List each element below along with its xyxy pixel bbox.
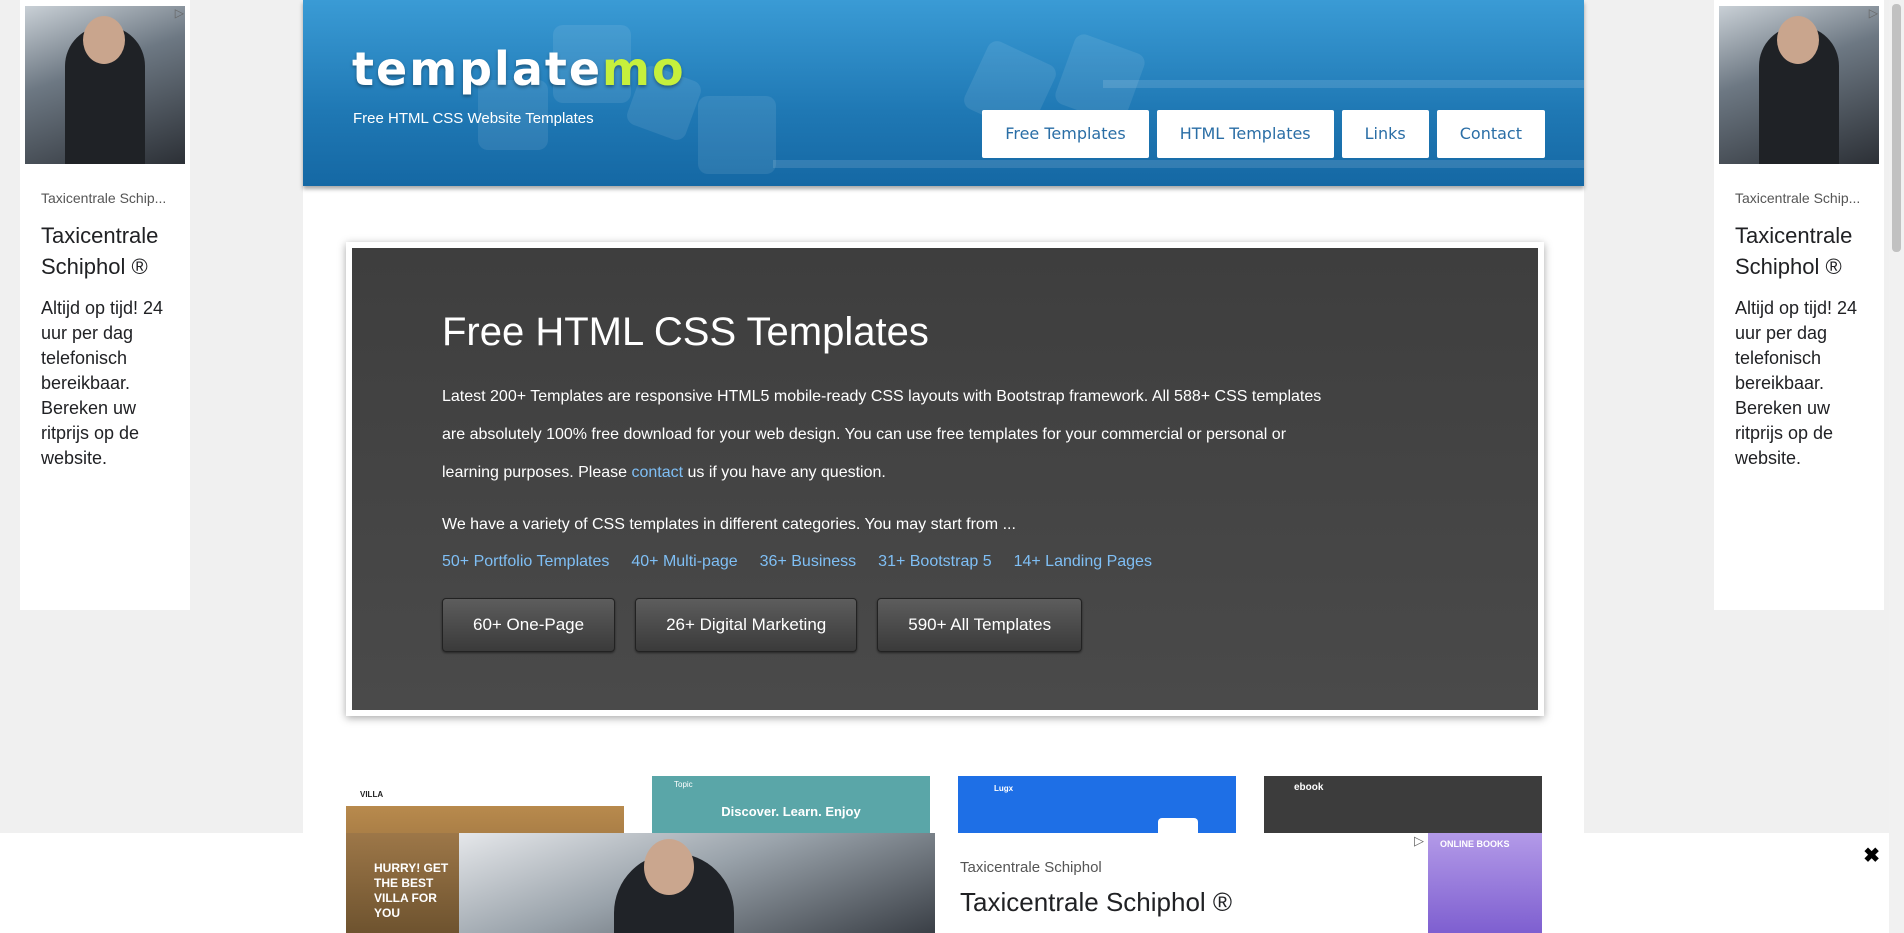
thumbnail-brand: Topic	[674, 780, 693, 789]
ad-photo	[1719, 6, 1879, 164]
header-decoration	[698, 96, 776, 174]
ad-photo-head	[1777, 16, 1819, 64]
side-ad-right[interactable]: ▷ Taxicentrale Schip... Taxicentrale Sch…	[1714, 0, 1884, 610]
ad-photo	[25, 6, 185, 164]
ad-title[interactable]: Taxicentrale Schiphol ®	[960, 887, 1232, 918]
ad-photo-head	[83, 16, 125, 64]
ad-photo-head	[644, 839, 694, 895]
scrollbar-thumb[interactable]	[1892, 4, 1901, 252]
hero-frame: Free HTML CSS Templates Latest 200+ Temp…	[346, 242, 1544, 716]
hero-intro: We have a variety of CSS templates in di…	[442, 516, 1016, 533]
category-links: 50+ Portfolio Templates 40+ Multi-page 3…	[442, 553, 1152, 571]
site-tagline: Free HTML CSS Website Templates	[353, 110, 594, 127]
thumbnail-peek-left: HURRY! GET THE BEST VILLA FOR YOU	[346, 833, 459, 933]
main-nav: Free Templates HTML Templates Links Cont…	[982, 110, 1545, 158]
close-icon[interactable]: ✖	[1863, 843, 1880, 868]
peek-text: HURRY! GET THE BEST VILLA FOR YOU	[374, 861, 449, 920]
thumbnail-brand: VILLA	[360, 790, 384, 799]
category-link-landing-pages[interactable]: 14+ Landing Pages	[1014, 553, 1152, 571]
ad-advertiser: Taxicentrale Schip...	[1735, 190, 1861, 206]
vertical-scrollbar[interactable]	[1889, 0, 1904, 933]
nav-html-templates[interactable]: HTML Templates	[1156, 110, 1334, 158]
thumbnail-title: Discover. Learn. Enjoy	[721, 804, 861, 819]
peek-text: ONLINE BOOKS	[1440, 839, 1510, 849]
ad-photo	[459, 833, 935, 933]
nav-links[interactable]: Links	[1341, 110, 1429, 158]
category-link-portfolio[interactable]: 50+ Portfolio Templates	[442, 553, 609, 571]
category-link-business[interactable]: 36+ Business	[760, 553, 857, 571]
ad-advertiser: Taxicentrale Schiphol	[960, 859, 1102, 876]
contact-link[interactable]: contact	[631, 464, 683, 481]
logo-text: template	[352, 42, 603, 96]
hero-panel: Free HTML CSS Templates Latest 200+ Temp…	[352, 248, 1538, 710]
digital-marketing-button[interactable]: 26+ Digital Marketing	[635, 598, 858, 652]
hero-title: Free HTML CSS Templates	[442, 310, 929, 354]
ad-body: Altijd op tijd! 24 uur per dag telefonis…	[41, 298, 164, 468]
thumbnail-brand: Lugx	[994, 784, 1014, 793]
adchoices-icon[interactable]: ▷	[1869, 6, 1878, 20]
nav-free-templates[interactable]: Free Templates	[982, 110, 1149, 158]
side-ad-left[interactable]: ▷ Taxicentrale Schip... Taxicentrale Sch…	[20, 0, 190, 610]
adchoices-icon[interactable]: ▷	[1414, 833, 1424, 849]
nav-contact[interactable]: Contact	[1436, 110, 1545, 158]
hero-lead: Latest 200+ Templates are responsive HTM…	[442, 378, 1322, 492]
header-decoration	[773, 160, 1584, 168]
category-link-multipage[interactable]: 40+ Multi-page	[631, 553, 737, 571]
one-page-button[interactable]: 60+ One-Page	[442, 598, 616, 652]
site-header: templatemo Free HTML CSS Website Templat…	[303, 0, 1584, 186]
thumbnail-peek-right: ONLINE BOOKS	[1428, 833, 1542, 933]
ad-title[interactable]: Taxicentrale Schiphol ®	[1735, 220, 1875, 282]
adchoices-icon[interactable]: ▷	[175, 6, 184, 20]
bottom-ad-banner[interactable]: HURRY! GET THE BEST VILLA FOR YOU Taxice…	[0, 833, 1904, 933]
ad-advertiser: Taxicentrale Schip...	[41, 190, 167, 206]
ad-body: Altijd op tijd! 24 uur per dag telefonis…	[1735, 298, 1858, 468]
category-buttons: 60+ One-Page 26+ Digital Marketing 590+ …	[442, 598, 1083, 652]
all-templates-button[interactable]: 590+ All Templates	[877, 598, 1083, 652]
site-logo[interactable]: templatemo	[352, 42, 686, 96]
category-link-bootstrap5[interactable]: 31+ Bootstrap 5	[878, 553, 991, 571]
thumbnail-brand: ebook	[1294, 782, 1324, 793]
thumbnail-navbar: VILLA	[346, 776, 624, 807]
header-decoration	[1103, 80, 1584, 88]
logo-accent-text: mo	[602, 42, 686, 96]
ad-title[interactable]: Taxicentrale Schiphol ®	[41, 220, 181, 282]
hero-lead-text-end: us if you have any question.	[683, 464, 886, 481]
